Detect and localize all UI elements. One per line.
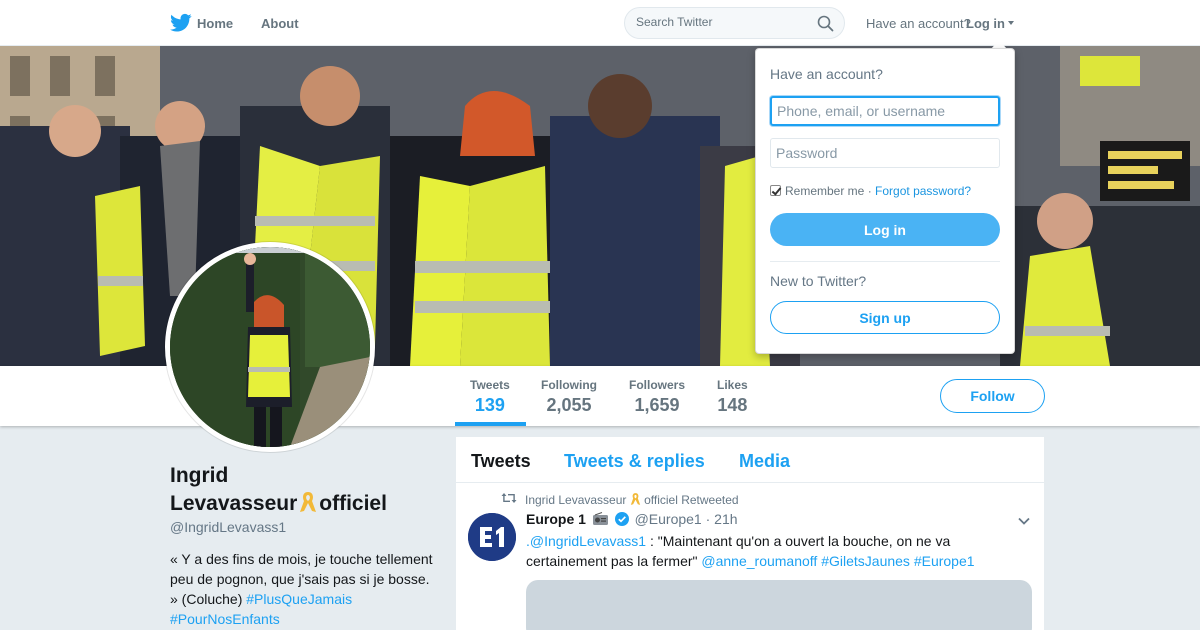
radio-icon (592, 512, 608, 525)
remember-me-checkbox[interactable] (770, 185, 781, 196)
password-field[interactable] (770, 138, 1000, 168)
stat-value: 139 (474, 395, 505, 415)
remember-me-label[interactable]: Remember me (785, 184, 864, 198)
profile-name-line2b: officiel (319, 492, 387, 515)
login-dropdown-title: Have an account? (770, 66, 883, 82)
tab-tweets[interactable]: Tweets (471, 451, 531, 472)
profile-avatar[interactable] (165, 242, 375, 452)
tab-media[interactable]: Media (739, 451, 790, 472)
nav-login-link[interactable]: Log in (966, 16, 1005, 31)
tweet-mention[interactable]: @anne_roumanoff (701, 553, 817, 569)
top-navigation-bar: Home About Have an account? Log in (0, 0, 1200, 46)
active-stat-underline (455, 422, 526, 426)
profile-name-line2a: Levavasseur (170, 492, 298, 515)
caret-down-icon[interactable] (1008, 21, 1014, 25)
stat-followers[interactable]: Followers 1,659 (629, 378, 685, 416)
bio-hashtag[interactable]: #PourNosEnfants (170, 611, 280, 627)
tweet-author-handle[interactable]: @Europe1 (635, 511, 702, 527)
separator-dot: · (867, 184, 872, 198)
tweet-media[interactable] (526, 580, 1032, 630)
tweet-author-avatar[interactable] (468, 513, 516, 561)
profile-bio: « Y a des fins de mois, je touche tellem… (170, 549, 438, 629)
tweet-hashtag[interactable]: #GiletsJaunes (821, 553, 910, 569)
timeline: Tweets Tweets & replies Media Ingrid Lev… (456, 437, 1044, 630)
tweet-author-name[interactable]: Europe 1 (526, 511, 586, 527)
stat-value: 1,659 (634, 395, 680, 415)
username-field[interactable] (770, 96, 1000, 126)
profile-name: Ingrid Levavasseur officiel (170, 462, 410, 518)
stat-likes[interactable]: Likes 148 (717, 378, 748, 416)
stat-value: 148 (717, 395, 748, 415)
tab-tweets-replies[interactable]: Tweets & replies (564, 451, 705, 472)
login-button[interactable]: Log in (770, 213, 1000, 246)
new-to-twitter-text: New to Twitter? (770, 273, 867, 289)
remember-row: Remember me · Forgot password? (770, 184, 971, 198)
twitter-bird-icon[interactable] (170, 13, 192, 33)
timeline-tabs: Tweets Tweets & replies Media (456, 437, 1044, 483)
profile-name-line1: Ingrid (170, 464, 229, 487)
search-box[interactable] (624, 7, 845, 39)
retweeter-name: Ingrid Levavasseur (525, 493, 627, 507)
retweeted-label: officiel Retweeted (644, 493, 739, 507)
stat-label: Followers (629, 378, 686, 392)
divider (770, 261, 1000, 262)
follow-button[interactable]: Follow (940, 379, 1045, 413)
stat-label: Likes (717, 378, 748, 392)
stat-label: Following (541, 378, 597, 392)
retweet-icon (501, 493, 517, 503)
bio-hashtag[interactable]: #PlusQueJamais (246, 591, 352, 607)
login-dropdown: Have an account? Remember me · Forgot pa… (755, 48, 1015, 354)
tweet-text: .@IngridLevavass1 : "Maintenant qu'on a … (526, 531, 1026, 571)
tweet-header: Europe 1 @Europe1 · 21h (526, 511, 738, 527)
stat-label: Tweets (470, 378, 510, 392)
search-icon[interactable] (817, 15, 834, 32)
verified-badge-icon (614, 512, 629, 526)
yellow-ribbon-icon (630, 493, 640, 505)
stat-tweets[interactable]: Tweets 139 (470, 378, 510, 416)
stat-value: 2,055 (546, 395, 592, 415)
search-input[interactable] (636, 15, 811, 29)
signup-button[interactable]: Sign up (770, 301, 1000, 334)
have-account-text: Have an account? (866, 16, 971, 31)
yellow-ribbon-icon (300, 492, 317, 512)
retweet-context[interactable]: Ingrid Levavasseur officiel Retweeted (525, 492, 739, 507)
tweet-mention[interactable]: .@IngridLevavass1 (526, 533, 646, 549)
chevron-down-icon[interactable] (1018, 517, 1030, 525)
stat-following[interactable]: Following 2,055 (541, 378, 597, 416)
nav-about-link[interactable]: About (261, 16, 299, 31)
nav-home-link[interactable]: Home (197, 16, 233, 31)
profile-handle[interactable]: @IngridLevavass1 (170, 519, 286, 535)
tweet-timestamp[interactable]: · 21h (706, 511, 738, 527)
tweet-hashtag[interactable]: #Europe1 (914, 553, 975, 569)
forgot-password-link[interactable]: Forgot password? (875, 184, 971, 198)
